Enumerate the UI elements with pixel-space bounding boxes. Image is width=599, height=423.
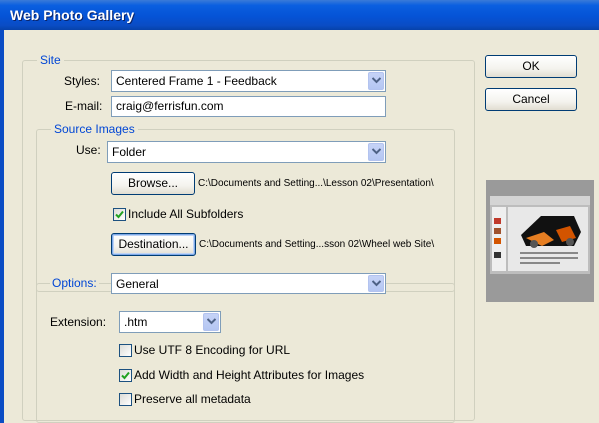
email-field[interactable]: craig@ferrisfun.com — [111, 96, 386, 117]
dialog-client-area: Site Styles: Centered Frame 1 - Feedback… — [4, 30, 599, 423]
browse-button[interactable]: Browse... — [111, 172, 195, 195]
ok-button[interactable]: OK — [485, 55, 577, 78]
styles-value: Centered Frame 1 - Feedback — [116, 74, 277, 88]
preserve-metadata-label[interactable]: Preserve all metadata — [134, 391, 251, 407]
options-select[interactable]: General — [111, 273, 386, 294]
email-label: E-mail: — [65, 99, 103, 113]
width-height-checkbox[interactable] — [119, 369, 132, 382]
include-subfolders-checkbox[interactable] — [113, 208, 126, 221]
extension-select[interactable]: .htm — [119, 311, 221, 333]
window-title: Web Photo Gallery — [10, 7, 135, 23]
options-value: General — [116, 277, 159, 291]
title-bar[interactable]: Web Photo Gallery — [0, 0, 599, 30]
use-select[interactable]: Folder — [107, 141, 386, 163]
options-label: Options: — [50, 275, 99, 291]
utf8-checkbox[interactable] — [119, 344, 132, 357]
destination-path: C:\Documents and Setting...sson 02\Wheel… — [199, 239, 435, 250]
chevron-down-icon[interactable] — [368, 72, 384, 90]
extension-value: .htm — [124, 315, 148, 329]
utf8-label[interactable]: Use UTF 8 Encoding for URL — [134, 342, 290, 358]
preserve-metadata-checkbox[interactable] — [119, 393, 132, 406]
include-subfolders-label[interactable]: Include All Subfolders — [128, 206, 243, 222]
chevron-down-icon[interactable] — [368, 143, 384, 161]
use-value: Folder — [112, 145, 147, 159]
browse-path: C:\Documents and Setting...\Lesson 02\Pr… — [198, 178, 434, 189]
width-height-label[interactable]: Add Width and Height Attributes for Imag… — [134, 367, 364, 383]
gallery-preview-thumbnail — [486, 180, 594, 302]
chevron-down-icon[interactable] — [368, 275, 384, 292]
destination-button[interactable]: Destination... — [111, 233, 196, 256]
styles-select[interactable]: Centered Frame 1 - Feedback — [111, 70, 386, 92]
chevron-down-icon[interactable] — [203, 313, 219, 331]
use-label: Use: — [76, 143, 101, 157]
cancel-button[interactable]: Cancel — [485, 88, 577, 111]
extension-label: Extension: — [50, 315, 107, 329]
styles-label: Styles: — [64, 74, 101, 88]
source-images-legend: Source Images — [51, 122, 138, 136]
email-value: craig@ferrisfun.com — [116, 99, 224, 113]
site-legend: Site — [37, 53, 64, 67]
